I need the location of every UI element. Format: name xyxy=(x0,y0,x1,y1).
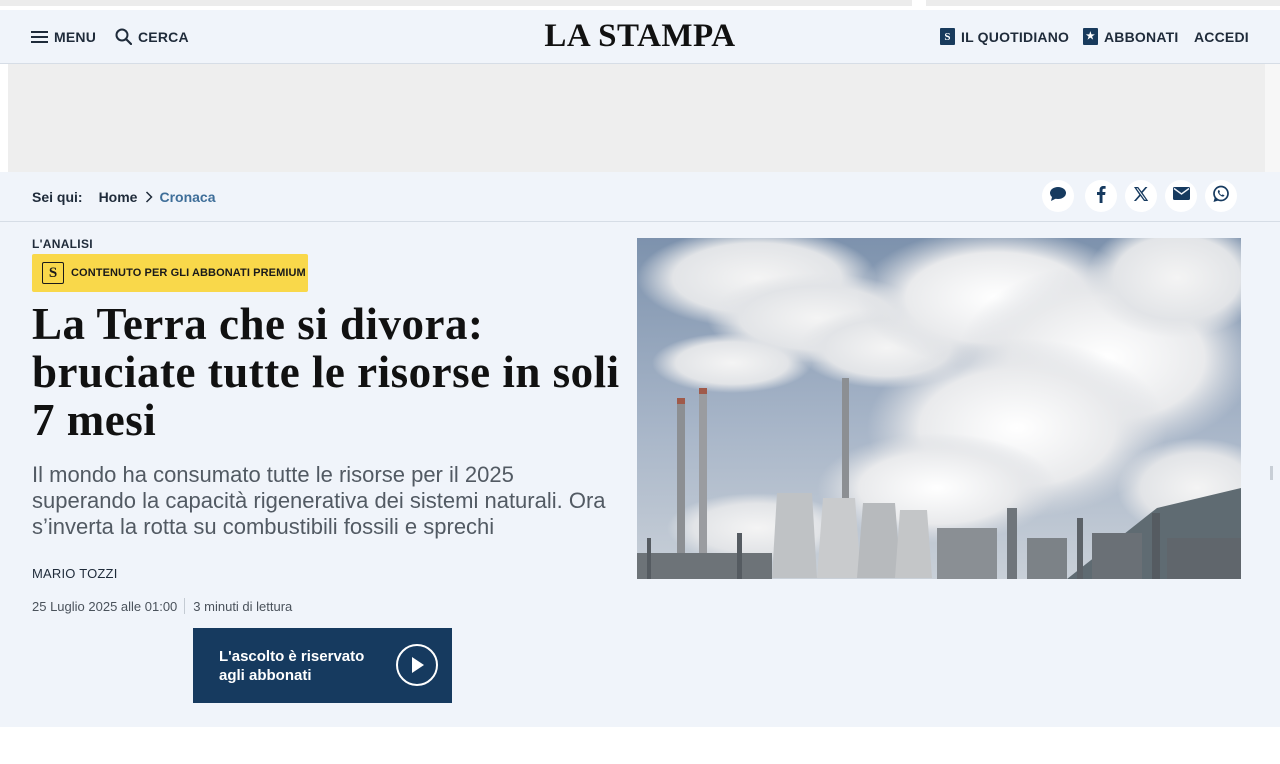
breadcrumb: Sei qui: Home Cronaca xyxy=(32,172,216,221)
email-icon xyxy=(1172,187,1190,205)
article-hero-image[interactable] xyxy=(637,238,1241,579)
x-share-button[interactable] xyxy=(1125,180,1157,212)
scrollbar-indicator[interactable] xyxy=(1270,466,1273,480)
facebook-share-button[interactable] xyxy=(1085,180,1117,212)
listen-audio-button[interactable]: L'ascolto è riservato agli abbonati xyxy=(193,628,452,703)
publish-date: 25 Luglio 2025 alle 01:00 xyxy=(32,598,178,614)
meta-separator xyxy=(184,598,186,614)
article-author[interactable]: MARIO TOZZI xyxy=(32,566,118,581)
comment-share-button[interactable] xyxy=(1042,180,1074,212)
accedi-button[interactable]: ACCEDI xyxy=(1194,10,1249,63)
chevron-right-icon xyxy=(145,190,154,203)
hamburger-icon xyxy=(31,30,48,44)
x-icon xyxy=(1133,186,1149,207)
breadcrumb-divider xyxy=(0,221,1280,222)
quotidiano-label: IL QUOTIDIANO xyxy=(961,28,1070,45)
top-strip-segment xyxy=(0,0,912,6)
site-header: MENU CERCA LA STAMPA S IL QUOTIDIANO ★ A… xyxy=(0,10,1280,64)
newspaper-s-icon: S xyxy=(940,28,955,45)
article-meta: 25 Luglio 2025 alle 01:00 3 minuti di le… xyxy=(32,598,292,614)
ad-gutter xyxy=(1265,64,1280,172)
play-icon xyxy=(396,644,438,686)
breadcrumb-current-link[interactable]: Cronaca xyxy=(159,189,215,205)
search-icon xyxy=(115,28,132,45)
article-headline: La Terra che si divora: bruciate tutte l… xyxy=(32,299,620,445)
facebook-icon xyxy=(1096,185,1106,208)
whatsapp-share-button[interactable] xyxy=(1205,180,1237,212)
ad-placeholder xyxy=(8,64,1265,172)
abbonati-label: ABBONATI xyxy=(1104,28,1179,45)
article-kicker: L'ANALISI xyxy=(32,237,93,251)
listen-label: L'ascolto è riservato agli abbonati xyxy=(219,647,365,684)
menu-button[interactable]: MENU xyxy=(31,10,96,63)
premium-badge: S CONTENUTO PER GLI ABBONATI PREMIUM xyxy=(32,254,308,292)
menu-label: MENU xyxy=(54,28,97,45)
accedi-label: ACCEDI xyxy=(1194,28,1249,45)
premium-badge-label: CONTENUTO PER GLI ABBONATI PREMIUM xyxy=(71,267,306,279)
breadcrumb-prefix: Sei qui: xyxy=(32,188,83,205)
browser-top-strip xyxy=(0,0,1280,10)
quotidiano-button[interactable]: S IL QUOTIDIANO xyxy=(940,10,1069,63)
premium-s-icon: S xyxy=(42,262,64,284)
breadcrumb-home-link[interactable]: Home xyxy=(99,189,138,205)
top-strip-segment xyxy=(926,0,1280,6)
abbonati-button[interactable]: ★ ABBONATI xyxy=(1083,10,1178,63)
article-area: Sei qui: Home Cronaca L'ANALISI S CONTEN… xyxy=(0,172,1280,727)
reading-time: 3 minuti di lettura xyxy=(193,598,293,614)
search-button[interactable]: CERCA xyxy=(115,10,189,63)
comment-icon xyxy=(1049,186,1067,207)
whatsapp-icon xyxy=(1212,185,1230,208)
search-label: CERCA xyxy=(138,28,189,45)
star-badge-icon: ★ xyxy=(1083,28,1098,45)
site-logo[interactable]: LA STAMPA xyxy=(500,10,780,63)
email-share-button[interactable] xyxy=(1165,180,1197,212)
article-standfirst: Il mondo ha consumato tutte le risorse p… xyxy=(32,462,606,539)
